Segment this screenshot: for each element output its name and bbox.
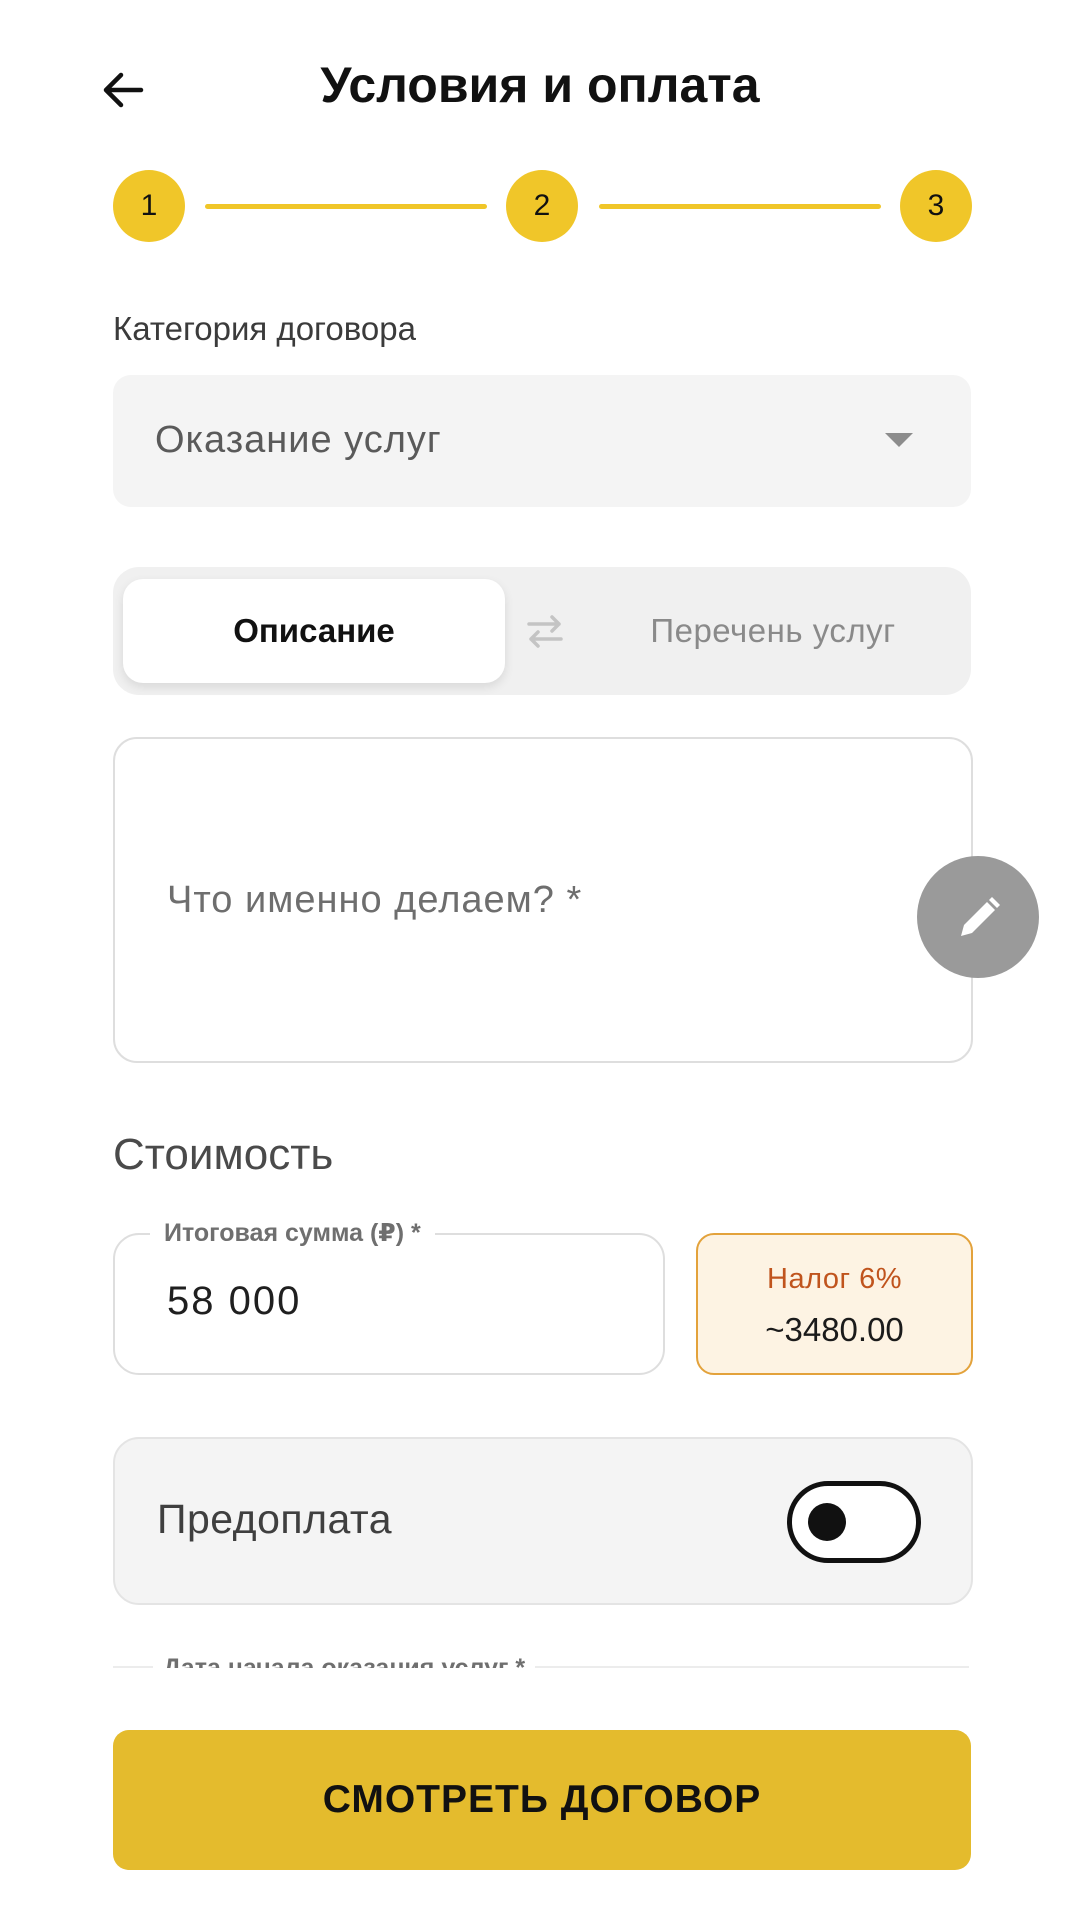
page-title: Условия и оплата — [320, 57, 760, 113]
step-connector — [205, 204, 487, 209]
step-2[interactable]: 2 — [506, 170, 578, 242]
tax-badge: Налог 6% ~3480.00 — [696, 1233, 973, 1375]
pencil-icon — [961, 897, 1000, 936]
toggle-knob — [808, 1503, 846, 1541]
step-connector — [599, 204, 881, 209]
caret-down-icon — [885, 433, 913, 447]
edit-button[interactable] — [917, 856, 1039, 978]
category-label: Категория договора — [113, 310, 416, 347]
description-placeholder: Что именно делаем? * — [167, 879, 583, 921]
tab-description[interactable]: Описание — [123, 579, 505, 683]
category-select-value: Оказание услуг — [155, 419, 442, 461]
tab-services-list[interactable]: Перечень услуг — [583, 579, 963, 683]
prepayment-row: Предоплата — [113, 1437, 973, 1605]
total-amount-input[interactable]: 58 000 — [113, 1233, 665, 1375]
total-amount-label: Итоговая сумма (₽) * — [150, 1218, 435, 1248]
category-select[interactable]: Оказание услуг — [113, 375, 971, 507]
prepayment-toggle[interactable] — [787, 1481, 921, 1563]
description-mode-switch: Описание Перечень услуг — [113, 567, 971, 695]
start-date-label: Дата начала оказания услуг * — [153, 1654, 536, 1668]
swap-icon — [523, 609, 567, 653]
stepper: 1 2 3 — [113, 170, 973, 242]
prepayment-label: Предоплата — [157, 1496, 393, 1542]
tax-value: ~3480.00 — [765, 1311, 904, 1348]
total-amount-value: 58 000 — [167, 1279, 302, 1323]
view-contract-button[interactable]: СМОТРЕТЬ ДОГОВОР — [113, 1730, 971, 1870]
header: Условия и оплата — [0, 40, 1080, 135]
description-textarea[interactable]: Что именно делаем? * — [113, 737, 973, 1063]
cost-section-title: Стоимость — [113, 1130, 334, 1179]
step-1[interactable]: 1 — [113, 170, 185, 242]
step-3[interactable]: 3 — [900, 170, 972, 242]
contract-terms-screen: Условия и оплата 1 2 3 Категория договор… — [0, 0, 1080, 1920]
tax-label: Налог 6% — [767, 1263, 902, 1295]
start-date-field[interactable]: Дата начала оказания услуг * — [113, 1650, 969, 1668]
